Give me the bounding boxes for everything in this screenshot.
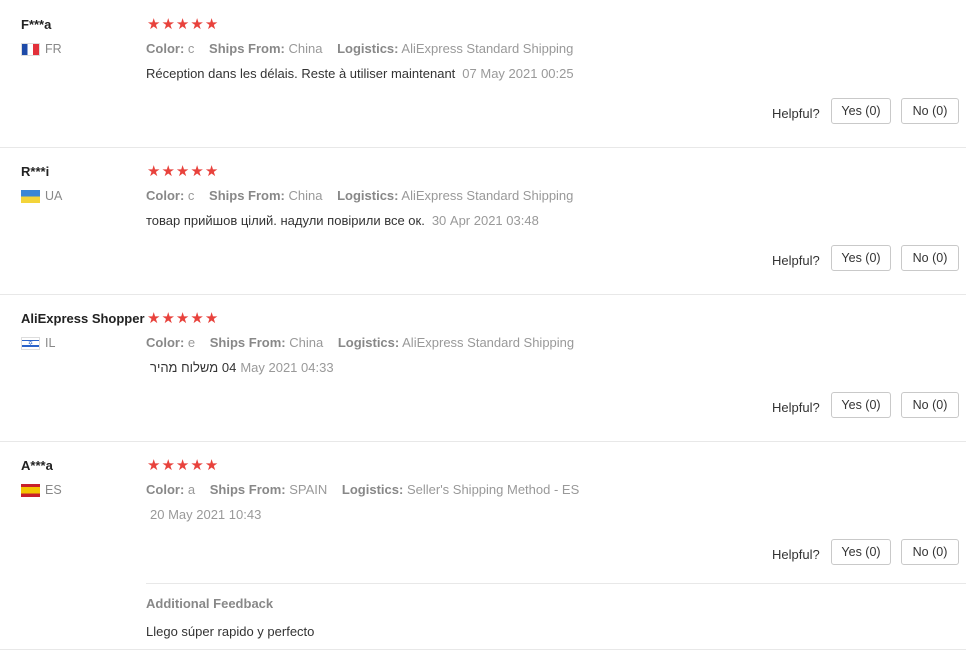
reviewer-country: ES bbox=[21, 483, 62, 497]
logistics-label: Logistics: bbox=[337, 335, 400, 350]
helpful-yes-button[interactable]: Yes (0) bbox=[831, 245, 891, 271]
helpful-no-button[interactable]: No (0) bbox=[901, 245, 959, 271]
star-icon: ★ bbox=[147, 162, 161, 180]
color-value: a bbox=[187, 482, 196, 497]
review-item: F***a FR ★ ★ ★ ★ ★ Color: c Ships From: … bbox=[0, 0, 976, 148]
star-rating: ★ ★ ★ ★ ★ bbox=[147, 458, 218, 473]
star-icon: ★ bbox=[161, 162, 175, 180]
review-divider bbox=[0, 649, 966, 650]
reviewer-name: F***a bbox=[21, 17, 52, 32]
star-rating: ★ ★ ★ ★ ★ bbox=[147, 164, 218, 179]
helpful-no-button[interactable]: No (0) bbox=[901, 392, 959, 418]
helpful-yes-button[interactable]: Yes (0) bbox=[831, 98, 891, 124]
reviewer-country: ✡ IL bbox=[21, 336, 55, 350]
logistics-label: Logistics: bbox=[341, 482, 404, 497]
helpful-no-button[interactable]: No (0) bbox=[901, 539, 959, 565]
reviewer-country: FR bbox=[21, 42, 62, 56]
reviewer-country: UA bbox=[21, 189, 62, 203]
flag-es-icon bbox=[21, 483, 40, 497]
color-value: e bbox=[187, 335, 196, 350]
helpful-label: Helpful? bbox=[772, 106, 820, 121]
star-icon: ★ bbox=[204, 309, 219, 327]
star-icon: ★ bbox=[175, 15, 190, 33]
star-icon: ★ bbox=[147, 456, 161, 474]
star-icon: ★ bbox=[190, 162, 204, 180]
color-label: Color: bbox=[146, 482, 185, 497]
star-rating: ★ ★ ★ ★ ★ bbox=[147, 17, 218, 32]
star-icon: ★ bbox=[161, 15, 175, 33]
review-date: 20 May 2021 10:43 bbox=[150, 507, 262, 522]
review-meta: Color: c Ships From: China Logistics: Al… bbox=[146, 188, 584, 203]
helpful-yes-button[interactable]: Yes (0) bbox=[831, 392, 891, 418]
helpful-label: Helpful? bbox=[772, 400, 820, 415]
star-icon: ★ bbox=[190, 456, 204, 474]
country-code: ES bbox=[45, 483, 62, 497]
review-date: 07 May 2021 00:25 bbox=[462, 66, 574, 81]
color-value: c bbox=[187, 41, 195, 56]
reviewer-name: AliExpress Shopper bbox=[21, 311, 145, 326]
flag-il-icon: ✡ bbox=[21, 336, 40, 350]
reviewer-name: R***i bbox=[21, 164, 50, 179]
reviewer-name: A***a bbox=[21, 458, 53, 473]
review-comment: 04 משלוח מהיר May 2021 04:33 bbox=[150, 360, 334, 375]
star-icon: ★ bbox=[190, 309, 204, 327]
star-icon: ★ bbox=[175, 162, 190, 180]
helpful-label: Helpful? bbox=[772, 547, 820, 562]
star-icon: ★ bbox=[161, 456, 175, 474]
ships-from-label: Ships From: bbox=[209, 41, 285, 56]
star-icon: ★ bbox=[190, 15, 204, 33]
review-date: 30 Apr 2021 03:48 bbox=[431, 213, 539, 228]
additional-feedback-heading: Additional Feedback bbox=[146, 596, 274, 611]
review-item: R***i UA ★ ★ ★ ★ ★ Color: c Ships From: … bbox=[0, 147, 976, 295]
ships-from-label: Ships From: bbox=[209, 482, 286, 497]
review-text: Réception dans les délais. Reste à utili… bbox=[146, 66, 456, 81]
ships-from-value: China bbox=[289, 335, 324, 350]
color-value: c bbox=[187, 188, 195, 203]
logistics-value: Seller's Shipping Method - ES bbox=[406, 482, 580, 497]
star-icon: ★ bbox=[204, 456, 219, 474]
ships-from-value: SPAIN bbox=[289, 482, 328, 497]
star-icon: ★ bbox=[161, 309, 175, 327]
ships-from-value: China bbox=[288, 188, 323, 203]
flag-fr-icon bbox=[21, 42, 40, 56]
helpful-no-button[interactable]: No (0) bbox=[901, 98, 959, 124]
ships-from-label: Ships From: bbox=[209, 335, 286, 350]
ships-from-label: Ships From: bbox=[209, 188, 285, 203]
flag-ua-icon bbox=[21, 189, 40, 203]
logistics-value: AliExpress Standard Shipping bbox=[402, 335, 575, 350]
review-comment: Réception dans les délais. Reste à utili… bbox=[146, 66, 574, 81]
color-label: Color: bbox=[146, 41, 185, 56]
color-label: Color: bbox=[146, 335, 185, 350]
logistics-value: AliExpress Standard Shipping bbox=[401, 188, 574, 203]
additional-feedback-text: Llego súper rapido y perfecto bbox=[146, 624, 315, 639]
helpful-yes-button[interactable]: Yes (0) bbox=[831, 539, 891, 565]
review-item: AliExpress Shopper ✡ IL ★ ★ ★ ★ ★ Color:… bbox=[0, 294, 976, 442]
review-item: A***a ES ★ ★ ★ ★ ★ Color: a Ships From: … bbox=[0, 441, 976, 656]
color-label: Color: bbox=[146, 188, 185, 203]
star-rating: ★ ★ ★ ★ ★ bbox=[147, 311, 218, 326]
review-date: May 2021 04:33 bbox=[240, 360, 334, 375]
review-comment: товар прийшов цілий. надули повірили все… bbox=[146, 213, 539, 228]
review-text: товар прийшов цілий. надули повірили все… bbox=[146, 213, 425, 228]
feedback-divider bbox=[146, 583, 966, 584]
star-icon: ★ bbox=[204, 162, 219, 180]
star-icon: ★ bbox=[175, 456, 190, 474]
country-code: FR bbox=[45, 42, 62, 56]
review-meta: Color: e Ships From: China Logistics: Al… bbox=[146, 335, 585, 350]
review-text: 04 משלוח מהיר bbox=[150, 360, 237, 375]
review-meta: Color: a Ships From: SPAIN Logistics: Se… bbox=[146, 482, 590, 497]
ships-from-value: China bbox=[288, 41, 323, 56]
star-icon: ★ bbox=[204, 15, 219, 33]
star-icon: ★ bbox=[147, 15, 161, 33]
logistics-value: AliExpress Standard Shipping bbox=[401, 41, 574, 56]
star-icon: ★ bbox=[147, 309, 161, 327]
logistics-label: Logistics: bbox=[337, 41, 399, 56]
helpful-label: Helpful? bbox=[772, 253, 820, 268]
country-code: UA bbox=[45, 189, 63, 203]
review-meta: Color: c Ships From: China Logistics: Al… bbox=[146, 41, 584, 56]
star-icon: ★ bbox=[175, 309, 190, 327]
review-comment: 20 May 2021 10:43 bbox=[150, 507, 261, 522]
country-code: IL bbox=[45, 336, 56, 350]
logistics-label: Logistics: bbox=[337, 188, 399, 203]
